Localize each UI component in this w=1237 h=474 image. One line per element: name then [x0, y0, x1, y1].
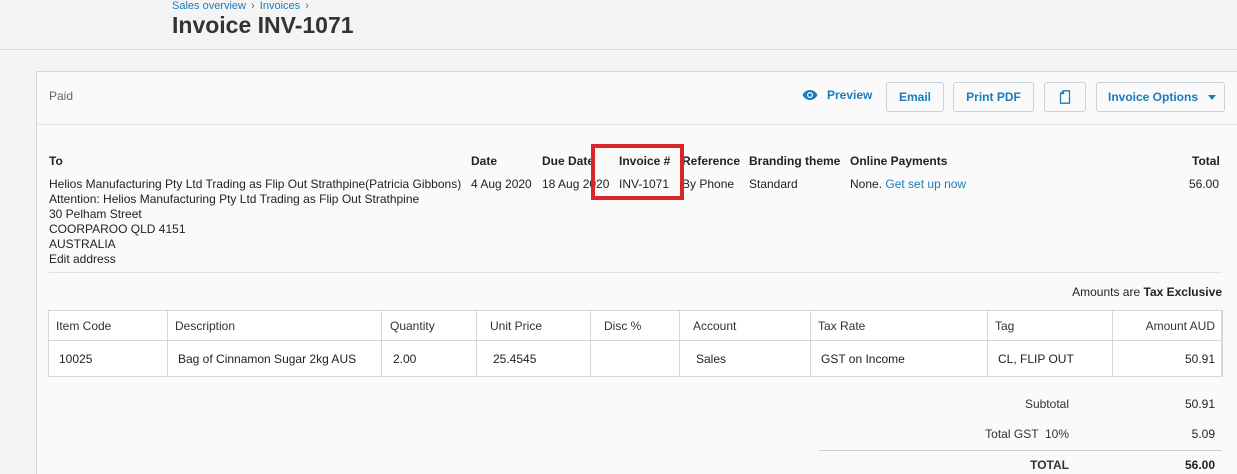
unit-price-header: Unit Price	[490, 319, 543, 333]
reference-header: Reference	[682, 154, 741, 168]
preview-button[interactable]: Preview	[802, 88, 872, 102]
to-header: To	[49, 154, 63, 168]
copy-icon	[1059, 90, 1071, 104]
contact-link[interactable]: Helios Manufacturing Pty Ltd Trading as …	[49, 177, 461, 191]
edit-address-link[interactable]: Edit address	[49, 252, 116, 266]
branding-theme-header: Branding theme	[749, 154, 841, 168]
date-header: Date	[471, 154, 498, 168]
quantity-header: Quantity	[390, 319, 435, 333]
address-line: AUSTRALIA	[49, 237, 116, 251]
description-header: Description	[175, 319, 236, 333]
page-header: Sales overview › Invoices › Invoice INV-…	[0, 0, 1237, 50]
invoice-options-button[interactable]: Invoice Options	[1096, 82, 1225, 112]
amounts-are-prefix: Amounts are	[1072, 285, 1141, 299]
tax-rate-cell: GST on Income	[821, 352, 905, 366]
preview-label: Preview	[827, 88, 873, 102]
total-gst-label: Total GST 10%	[985, 427, 1069, 441]
status-label: Paid	[49, 89, 74, 103]
tag-cell: CL, FLIP OUT	[998, 352, 1074, 366]
amount-header: Amount AUD	[1145, 319, 1215, 333]
eye-icon	[802, 90, 818, 100]
page-title: Invoice INV-1071	[172, 12, 354, 38]
invoice-toolbar: Paid Preview Email Print PDF Invoice Opt…	[37, 72, 1237, 125]
get-set-up-link[interactable]: Get set up now	[885, 177, 966, 191]
reference-value: By Phone	[682, 177, 735, 191]
grand-total-label: TOTAL	[1030, 458, 1069, 472]
breadcrumb-separator: ›	[305, 0, 309, 12]
breadcrumb-invoices[interactable]: Invoices	[260, 0, 300, 12]
breadcrumb-sales-overview[interactable]: Sales overview	[172, 0, 246, 12]
online-payments-header: Online Payments	[850, 154, 948, 168]
tax-rate-header: Tax Rate	[818, 319, 866, 333]
grand-total-value: 56.00	[1184, 458, 1215, 472]
totals-divider	[819, 450, 1222, 451]
line-items-table: Item Code Description Quantity Unit Pric…	[48, 310, 1223, 377]
account-cell: Sales	[696, 352, 727, 366]
amounts-are-note: Amounts are Tax Exclusive	[937, 285, 1222, 299]
branding-theme-value: Standard	[749, 177, 798, 191]
online-payments-none: None.	[850, 177, 883, 191]
address-line: COORPAROO QLD 4151	[49, 222, 186, 236]
description-cell: Bag of Cinnamon Sugar 2kg AUS	[178, 352, 357, 366]
invoice-card: Paid Preview Email Print PDF Invoice Opt…	[36, 71, 1237, 474]
quantity-cell: 2.00	[393, 352, 417, 366]
subtotal-value: 50.91	[1184, 397, 1215, 411]
breadcrumb: Sales overview › Invoices ›	[172, 0, 311, 12]
item-code-header: Item Code	[56, 319, 112, 333]
subtotal-label: Subtotal	[1024, 397, 1069, 411]
breadcrumb-separator: ›	[251, 0, 255, 12]
address-line: Attention: Helios Manufacturing Pty Ltd …	[49, 192, 420, 206]
total-value: 56.00	[1188, 177, 1219, 191]
highlight-box	[591, 144, 684, 200]
caret-down-icon	[1208, 94, 1217, 100]
print-pdf-button[interactable]: Print PDF	[953, 82, 1034, 112]
account-header: Account	[693, 319, 737, 333]
email-button[interactable]: Email	[886, 82, 944, 112]
due-date-header: Due Date	[542, 154, 595, 168]
unit-price-cell: 25.4545	[493, 352, 537, 366]
disc-header: Disc %	[604, 319, 642, 333]
online-payments-value: None. Get set up now	[850, 177, 966, 191]
item-code-cell: 10025	[59, 352, 93, 366]
amount-cell: 50.91	[1184, 352, 1215, 366]
address-line: 30 Pelham Street	[49, 207, 142, 221]
date-value: 4 Aug 2020	[471, 177, 532, 191]
tag-header: Tag	[995, 319, 1015, 333]
total-header: Total	[1192, 154, 1220, 168]
divider	[49, 272, 1222, 273]
amounts-are-mode: Tax Exclusive	[1143, 285, 1223, 299]
invoice-options-label: Invoice Options	[1108, 90, 1199, 104]
total-gst-value: 5.09	[1191, 427, 1215, 441]
copy-button[interactable]	[1044, 82, 1086, 112]
